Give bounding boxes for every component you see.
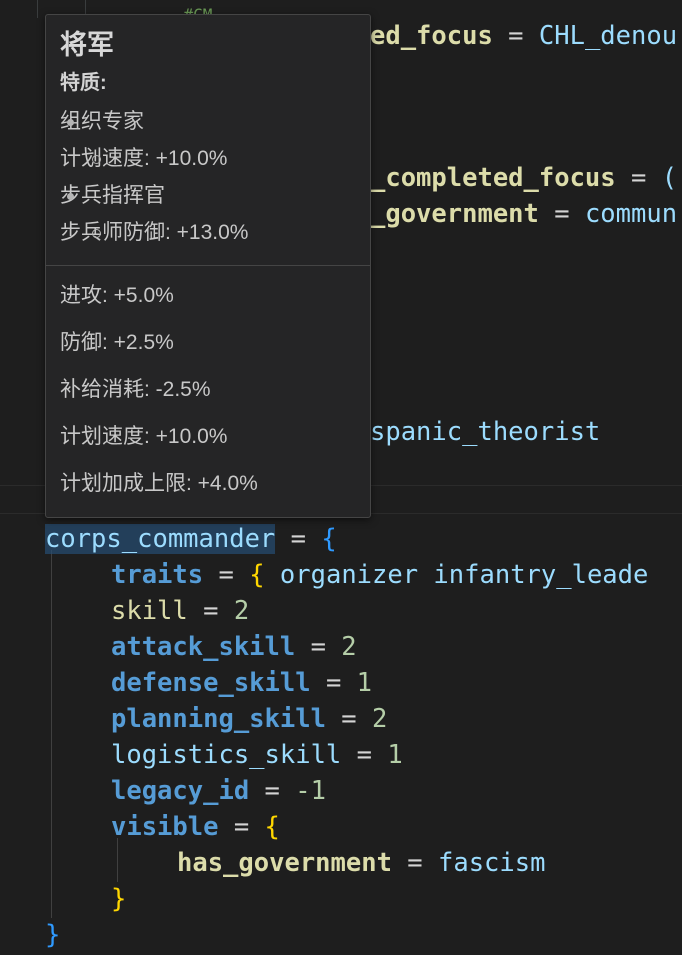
code-token: has_government xyxy=(177,848,392,878)
trait-effect: 步兵师防御: +13.0% xyxy=(60,214,356,251)
tooltip-stats-list: 进攻: +5.0%防御: +2.5%补给消耗: -2.5%计划速度: +10.0… xyxy=(46,266,370,517)
code-token: logistics_skill xyxy=(111,740,341,770)
code-token: 1 xyxy=(387,740,402,770)
trait-name: 组织专家 xyxy=(60,103,356,140)
tooltip-traits-heading: 特质: xyxy=(60,67,356,99)
code-line[interactable]: _government = commun xyxy=(370,196,677,232)
code-token: } xyxy=(45,920,60,950)
code-token: = xyxy=(616,163,662,193)
code-token: skill xyxy=(111,596,188,626)
code-token: spanic_theorist xyxy=(370,417,600,447)
code-token: = xyxy=(326,704,372,734)
code-line[interactable]: skill = 2 xyxy=(111,593,249,629)
code-token: traits xyxy=(111,560,203,590)
tooltip-stat-row: 计划加成上限: +4.0% xyxy=(60,460,356,507)
code-line[interactable]: legacy_id = -1 xyxy=(111,773,326,809)
code-token: planning_skill xyxy=(111,704,326,734)
tooltip-traits-list: 组织专家计划速度: +10.0%步兵指挥官步兵师防御: +13.0% xyxy=(60,103,356,251)
code-line[interactable]: has_government = fascism xyxy=(177,845,545,881)
code-token: _government xyxy=(370,199,539,229)
code-editor[interactable]: #CM ed_focus = CHL_denou_completed_focus… xyxy=(0,0,682,955)
trait-effect: 计划速度: +10.0% xyxy=(60,140,356,177)
code-token: = xyxy=(249,776,295,806)
code-token: = xyxy=(539,199,585,229)
code-token: _completed_focus xyxy=(370,163,616,193)
code-token: = xyxy=(295,632,341,662)
code-token: { xyxy=(249,560,264,590)
code-line[interactable]: } xyxy=(111,881,126,917)
tooltip-stat-row: 补给消耗: -2.5% xyxy=(60,366,356,413)
code-token: defense_skill xyxy=(111,668,311,698)
code-line[interactable]: ed_focus = CHL_denou xyxy=(370,18,677,54)
code-token: = xyxy=(392,848,438,878)
code-token: CHL_denou xyxy=(539,21,677,51)
code-line[interactable]: planning_skill = 2 xyxy=(111,701,387,737)
tooltip-stat-row: 进攻: +5.0% xyxy=(60,272,356,319)
code-token: legacy_id xyxy=(111,776,249,806)
code-token: = xyxy=(188,596,234,626)
code-line[interactable]: traits = { organizer infantry_leade xyxy=(111,557,648,593)
code-line[interactable]: corps_commander = { xyxy=(45,521,337,557)
code-token: ( xyxy=(662,163,677,193)
code-token: fascism xyxy=(438,848,545,878)
code-token xyxy=(265,560,280,590)
code-token: = xyxy=(275,524,321,554)
code-line[interactable]: _completed_focus = ( xyxy=(370,160,677,196)
code-token: 2 xyxy=(372,704,387,734)
code-token: = xyxy=(218,812,264,842)
code-line[interactable]: spanic_theorist xyxy=(370,414,600,450)
code-line[interactable]: visible = { xyxy=(111,809,280,845)
tooltip-title: 将军 xyxy=(60,25,356,65)
code-token: organizer infantry_leade xyxy=(280,560,648,590)
code-token: 2 xyxy=(341,632,356,662)
code-token: = xyxy=(311,668,357,698)
code-token: -1 xyxy=(295,776,326,806)
tooltip-stat-row: 计划速度: +10.0% xyxy=(60,413,356,460)
tooltip-stat-row: 防御: +2.5% xyxy=(60,319,356,366)
code-token: ed_focus xyxy=(370,21,493,51)
code-token: } xyxy=(111,884,126,914)
trait-name: 步兵指挥官 xyxy=(60,177,356,214)
tooltip-body: 将军 特质: 组织专家计划速度: +10.0%步兵指挥官步兵师防御: +13.0… xyxy=(46,15,370,261)
code-line[interactable]: } xyxy=(45,917,60,953)
code-token: corps_commander xyxy=(45,524,275,554)
code-token: { xyxy=(321,524,336,554)
code-line[interactable]: attack_skill = 2 xyxy=(111,629,357,665)
code-token: = xyxy=(203,560,249,590)
code-line[interactable]: defense_skill = 1 xyxy=(111,665,372,701)
code-token: commun xyxy=(585,199,677,229)
code-token: visible xyxy=(111,812,218,842)
code-token: { xyxy=(265,812,280,842)
code-token: = xyxy=(341,740,387,770)
code-token: = xyxy=(493,21,539,51)
code-line[interactable]: logistics_skill = 1 xyxy=(111,737,403,773)
code-token: 1 xyxy=(357,668,372,698)
code-token: attack_skill xyxy=(111,632,295,662)
hover-tooltip: 将军 特质: 组织专家计划速度: +10.0%步兵指挥官步兵师防御: +13.0… xyxy=(45,14,371,518)
code-token: 2 xyxy=(234,596,249,626)
